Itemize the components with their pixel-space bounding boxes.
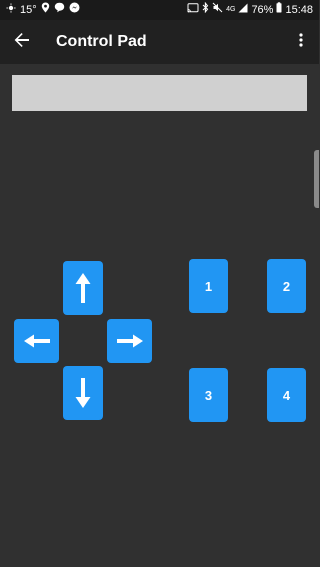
number-button-3[interactable]: 3: [189, 368, 228, 422]
display-field: [12, 75, 307, 111]
left-button[interactable]: [14, 319, 59, 363]
page-title: Control Pad: [56, 33, 147, 50]
number-button-3-label: 3: [204, 387, 213, 403]
status-bar-right: 4G 76% 15:48: [187, 1, 313, 18]
status-bar: 15° 4G 76% 15:48: [0, 0, 319, 20]
control-pad-screen: 15° 4G 76% 15:48 Control Pad 1 2 3 4: [0, 0, 319, 567]
messenger-icon: [69, 2, 80, 18]
up-button[interactable]: [63, 261, 103, 315]
temperature-text: 15°: [20, 4, 37, 16]
bluetooth-icon: [202, 1, 209, 18]
battery-percent-text: 76%: [251, 4, 274, 16]
clock-text: 15:48: [285, 4, 313, 16]
scrollbar-thumb[interactable]: [314, 150, 319, 208]
number-button-2[interactable]: 2: [267, 259, 306, 313]
overflow-menu-button[interactable]: [289, 28, 313, 56]
down-button[interactable]: [63, 366, 103, 420]
weather-icon: [6, 3, 16, 18]
cell-signal-icon: [238, 3, 248, 18]
right-button[interactable]: [107, 319, 152, 363]
network-type-text: 4G: [226, 6, 236, 13]
chat-icon: [54, 2, 65, 18]
arrow-back-icon: [14, 32, 30, 53]
arrow-up-icon: [75, 273, 91, 303]
arrow-right-icon: [116, 334, 143, 348]
arrow-left-icon: [23, 334, 50, 348]
number-button-4-label: 4: [282, 387, 291, 403]
back-button[interactable]: [8, 28, 36, 56]
more-vert-icon: [299, 32, 303, 52]
battery-icon: [276, 2, 282, 18]
number-button-1[interactable]: 1: [189, 259, 228, 313]
app-bar: Control Pad: [0, 20, 319, 64]
cast-icon: [187, 2, 199, 18]
number-button-4[interactable]: 4: [267, 368, 306, 422]
arrow-down-icon: [75, 378, 91, 408]
number-button-1-label: 1: [204, 278, 213, 294]
location-pin-icon: [41, 2, 50, 18]
mute-icon: [212, 2, 223, 18]
number-button-2-label: 2: [282, 278, 291, 294]
status-bar-left: 15°: [6, 2, 80, 18]
